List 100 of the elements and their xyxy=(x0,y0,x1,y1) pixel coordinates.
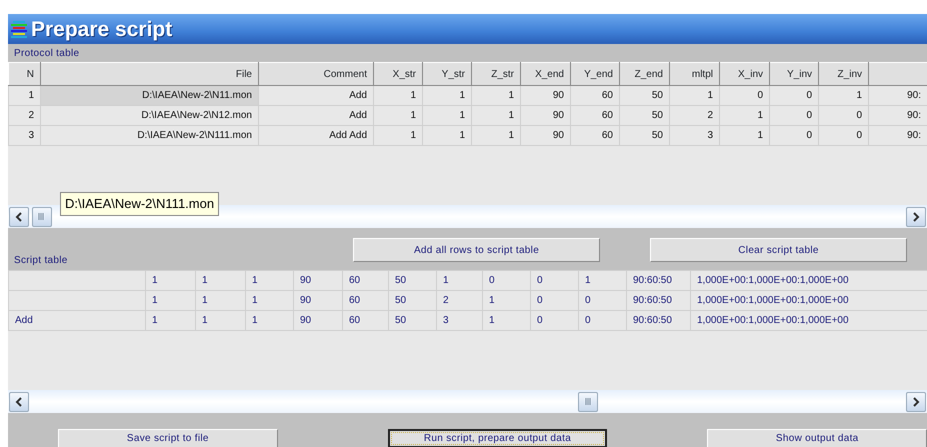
table-cell: 1 xyxy=(374,126,422,146)
table-cell: 50 xyxy=(620,86,670,106)
scroll-left-button[interactable] xyxy=(9,392,29,412)
column-header[interactable]: Z_end xyxy=(620,62,670,86)
table-cell: 0 xyxy=(720,86,770,106)
table-cell: 1 xyxy=(482,290,530,310)
table-cell: 50 xyxy=(388,290,436,310)
table-title: Script table xyxy=(14,255,68,266)
table-cell: 0 xyxy=(818,126,868,146)
table-cell: 1 xyxy=(246,290,294,310)
table-cell: 1 xyxy=(818,86,868,106)
column-header[interactable]: X_str xyxy=(374,62,422,86)
table-cell: 1 xyxy=(8,86,40,106)
column-header[interactable]: Y_inv xyxy=(770,62,818,86)
table-cell: 90 xyxy=(520,106,570,126)
table-cell: 1 xyxy=(422,126,472,146)
table-cell: 50 xyxy=(388,310,436,330)
button[interactable]: Show output data xyxy=(707,429,927,447)
table-cell: 2 xyxy=(670,106,720,126)
scroll-right-button[interactable] xyxy=(906,206,926,226)
table-cell: 1 xyxy=(472,126,520,146)
table-cell: 1,000E+00:1,000E+00:1,000E+00 xyxy=(690,310,927,330)
table-cell: 50 xyxy=(620,126,670,146)
table-cell: Add xyxy=(258,106,374,126)
horizontal-scrollbar[interactable] xyxy=(8,390,927,413)
column-header[interactable]: Z_str xyxy=(472,62,520,86)
table-cell: 0 xyxy=(578,310,626,330)
table-cell: 90: xyxy=(868,106,927,126)
scroll-left-button[interactable] xyxy=(9,206,29,226)
table-cell: 1 xyxy=(196,270,246,290)
table-cell: 90 xyxy=(294,290,342,310)
table-title: Protocol table xyxy=(14,48,80,59)
button[interactable]: Clear script table xyxy=(650,238,907,262)
button[interactable]: Add all rows to script table xyxy=(353,238,600,262)
table-cell: 1 xyxy=(146,270,196,290)
table-cell: 1 xyxy=(472,106,520,126)
table-cell: Add xyxy=(8,310,146,330)
table-cell: 90:60:50 xyxy=(626,290,690,310)
table-cell: 90 xyxy=(294,310,342,330)
table-cell: 0 xyxy=(770,86,818,106)
table-cell: 0 xyxy=(530,290,578,310)
table-cell: Add xyxy=(258,86,374,106)
table-cell: 3 xyxy=(8,126,40,146)
table-cell: 1 xyxy=(436,270,482,290)
button[interactable]: Run script, prepare output data xyxy=(388,429,608,447)
window-title: Prepare script xyxy=(31,18,172,40)
button[interactable]: Save script to file xyxy=(58,429,278,447)
scroll-thumb[interactable] xyxy=(32,206,52,226)
table-cell: 1 xyxy=(720,126,770,146)
column-header[interactable]: Comment xyxy=(258,62,374,86)
table-cell: 90: xyxy=(868,126,927,146)
column-header[interactable]: mltpl xyxy=(670,62,720,86)
grip-icon xyxy=(584,398,592,405)
table-cell: 90:60:50 xyxy=(626,310,690,330)
column-header[interactable]: File xyxy=(40,62,258,86)
table-cell: 1 xyxy=(482,310,530,330)
table-cell: 60 xyxy=(342,310,388,330)
table-cell: 50 xyxy=(620,106,670,126)
table-cell: D:\IAEA\New-2\N111.mon xyxy=(40,126,258,146)
table-cell: 1 xyxy=(578,270,626,290)
table-cell: 1,000E+00:1,000E+00:1,000E+00 xyxy=(690,290,927,310)
table-cell: 0 xyxy=(578,290,626,310)
column-header[interactable]: Y_end xyxy=(570,62,620,86)
column-header[interactable]: X_inv xyxy=(720,62,770,86)
table-cell: 1,000E+00:1,000E+00:1,000E+00 xyxy=(690,270,927,290)
table-cell: 0 xyxy=(818,106,868,126)
table-cell: 1 xyxy=(246,310,294,330)
scroll-right-button[interactable] xyxy=(906,392,926,412)
table-cell: 2 xyxy=(8,106,40,126)
grip-icon xyxy=(38,213,45,220)
app-icon xyxy=(11,20,27,38)
table-cell: 1 xyxy=(374,106,422,126)
table-cell: 1 xyxy=(246,270,294,290)
table-cell: D:\IAEA\New-2\N11.mon xyxy=(40,86,258,106)
table-cell: 1 xyxy=(472,86,520,106)
column-header[interactable]: Z_inv xyxy=(818,62,868,86)
column-header[interactable]: X_end xyxy=(520,62,570,86)
table-cell: 0 xyxy=(482,270,530,290)
table-cell: 1 xyxy=(196,310,246,330)
table-cell: 0 xyxy=(530,310,578,330)
table-cell: 90 xyxy=(294,270,342,290)
table-cell: 60 xyxy=(342,290,388,310)
table-cell: 2 xyxy=(436,290,482,310)
table-cell: 90:60:50 xyxy=(626,270,690,290)
tooltip: D:\IAEA\New-2\N111.mon xyxy=(60,192,220,216)
table-cell: 3 xyxy=(436,310,482,330)
table-cell: 1 xyxy=(422,86,472,106)
table-cell: 60 xyxy=(342,270,388,290)
table-cell: 0 xyxy=(530,270,578,290)
table-cell: 1 xyxy=(422,106,472,126)
table-cell: 0 xyxy=(770,126,818,146)
column-header[interactable]: N xyxy=(8,62,40,86)
table-cell: 1 xyxy=(670,86,720,106)
column-header[interactable]: Y_str xyxy=(422,62,472,86)
table-cell: 1 xyxy=(720,106,770,126)
table-cell: 0 xyxy=(770,106,818,126)
table-cell: 60 xyxy=(570,126,620,146)
table-cell: 1 xyxy=(374,86,422,106)
table-cell: 90 xyxy=(520,86,570,106)
scroll-thumb[interactable] xyxy=(578,392,598,412)
